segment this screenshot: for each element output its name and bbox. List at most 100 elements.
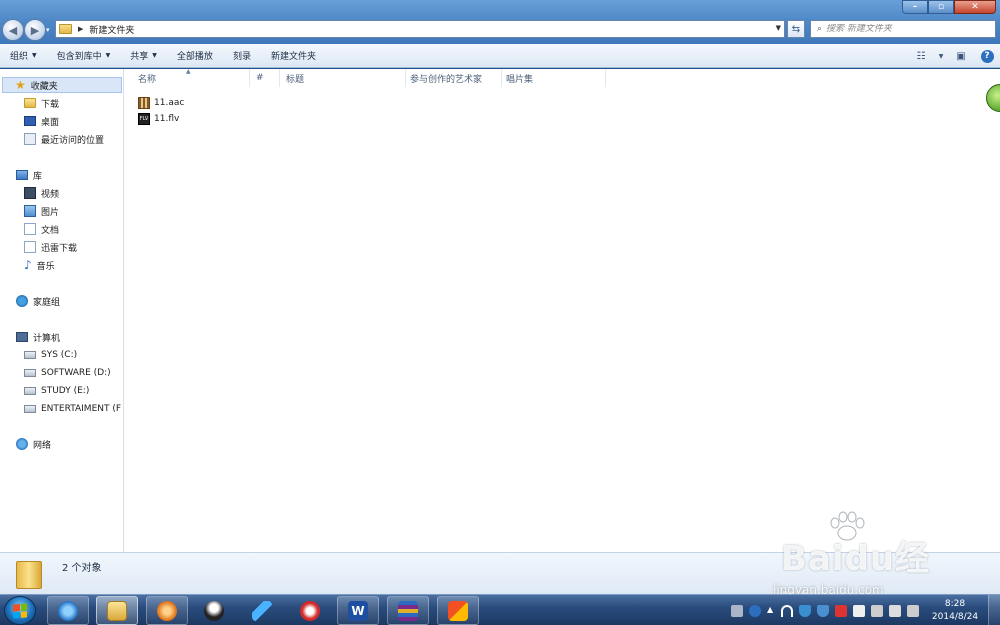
file-row[interactable]: FLV 11.flv [138, 111, 179, 127]
downloads-folder-icon [24, 98, 36, 108]
music-note-icon: ♪ [24, 258, 32, 272]
library-icon [16, 170, 28, 180]
office-app-icon [448, 600, 468, 621]
recent-pages-dropdown[interactable]: ▾ [46, 26, 50, 34]
nav-xunlei-downloads[interactable]: 迅雷下载 [24, 239, 77, 255]
nav-desktop[interactable]: 桌面 [24, 113, 59, 129]
folder-icon [16, 561, 42, 589]
nav-drive-c[interactable]: SYS (C:) [24, 347, 77, 363]
wifi-icon[interactable] [781, 604, 793, 617]
nav-downloads[interactable]: 下载 [24, 95, 59, 111]
media-player-icon [157, 600, 177, 621]
homegroup-icon [16, 295, 28, 307]
file-name: 11.flv [154, 114, 180, 124]
nav-drive-e[interactable]: STUDY (E:) [24, 383, 89, 399]
nav-computer[interactable]: 计算机 [16, 329, 60, 345]
shield-icon[interactable] [799, 604, 811, 617]
include-in-library-menu[interactable]: 包含到库中 ▼ [47, 44, 121, 68]
network-tray-icon[interactable] [889, 604, 901, 617]
change-view-icon[interactable]: ☷ [908, 44, 934, 68]
battery-icon[interactable] [871, 604, 883, 617]
nav-favorites[interactable]: ★ 收藏夹 [2, 77, 122, 93]
maximize-button[interactable]: ▫ [928, 0, 954, 14]
chevron-down-icon: ▼ [105, 52, 111, 59]
picture-library-icon [24, 205, 36, 217]
floating-widget-icon[interactable] [986, 84, 1000, 112]
file-list-view: ▲ 名称 # 标题 参与创作的艺术家 唱片集 11.aac FLV 11.flv [124, 68, 1000, 552]
flag-icon[interactable] [853, 604, 865, 617]
nav-drive-d[interactable]: SOFTWARE (D:) [24, 365, 111, 381]
column-name-label: 名称 [138, 74, 157, 85]
taskbar-explorer[interactable] [96, 596, 138, 625]
column-header-artists[interactable]: 参与创作的艺术家 [406, 69, 502, 87]
start-button[interactable] [4, 596, 36, 625]
column-header-name[interactable]: ▲ 名称 [124, 68, 250, 87]
taskbar-red-app[interactable] [289, 596, 331, 625]
column-artists-label: 参与创作的艺术家 [410, 74, 483, 85]
windows-logo-icon [13, 602, 27, 619]
view-options-dropdown[interactable]: ▼ [934, 44, 948, 68]
nav-drive-f[interactable]: ENTERTAIMENT (F [24, 401, 121, 417]
taskbar-office-app[interactable] [437, 596, 479, 625]
address-bar[interactable]: ▶ 新建文件夹 ▼ [55, 20, 785, 38]
new-folder-button[interactable]: 新建文件夹 [261, 44, 326, 68]
nav-pictures[interactable]: 图片 [24, 203, 59, 219]
nav-network[interactable]: 网络 [16, 436, 51, 452]
drive-icon [24, 405, 36, 413]
search-input[interactable] [826, 24, 987, 34]
nav-documents[interactable]: 文档 [24, 221, 59, 237]
play-all-label: 全部播放 [176, 52, 213, 62]
taskbar-ie[interactable] [47, 596, 89, 625]
nav-libraries[interactable]: 库 [16, 167, 42, 183]
refresh-button[interactable]: ⇆ [787, 20, 805, 38]
nav-drive-c-label: SYS (C:) [41, 350, 78, 360]
qq-penguin-icon [204, 600, 224, 621]
tray-expand-icon[interactable]: ▲ [767, 605, 775, 617]
network-icon [16, 438, 28, 450]
nav-videos[interactable]: 视频 [24, 185, 59, 201]
new-folder-label: 新建文件夹 [270, 52, 316, 62]
breadcrumb-chevron-icon[interactable]: ▶ [78, 25, 83, 33]
back-button[interactable]: ◀ [2, 19, 24, 41]
nav-music[interactable]: ♪ 音乐 [24, 257, 55, 273]
nav-network-label: 网络 [33, 440, 52, 451]
taskbar-media-app[interactable] [146, 596, 188, 625]
file-row[interactable]: 11.aac [138, 95, 184, 111]
nav-homegroup[interactable]: 家庭组 [16, 293, 60, 309]
minimize-button[interactable]: – [902, 0, 928, 14]
preview-pane-icon[interactable]: ▣ [948, 44, 974, 68]
taskbar-bird-app[interactable] [241, 596, 283, 625]
clock[interactable]: 8:28 2014/8/24 [922, 598, 988, 624]
nav-homegroup-label: 家庭组 [33, 297, 61, 308]
aac-file-icon [138, 97, 150, 109]
help-button[interactable]: ? [974, 44, 1000, 68]
help-tray-icon[interactable] [749, 604, 761, 617]
breadcrumb-current-folder[interactable]: 新建文件夹 [89, 23, 134, 36]
column-header-title[interactable]: 标题 [280, 69, 406, 87]
volume-icon[interactable] [907, 604, 919, 617]
column-header-album[interactable]: 唱片集 [502, 69, 606, 87]
share-menu[interactable]: 共享 ▼ [120, 44, 167, 68]
red-m-app-icon [300, 600, 320, 621]
drive-icon [24, 369, 36, 377]
organize-menu[interactable]: 组织 ▼ [0, 44, 47, 68]
play-all-button[interactable]: 全部播放 [167, 44, 223, 68]
column-header-number[interactable]: # [250, 69, 280, 87]
security-shield-icon[interactable] [817, 604, 829, 617]
help-icon: ? [980, 49, 994, 63]
taskbar-winrar[interactable] [387, 596, 429, 625]
burn-button[interactable]: 刻录 [223, 44, 261, 68]
show-desktop-button[interactable] [988, 595, 1000, 625]
search-box[interactable]: ⌕ [810, 20, 996, 38]
winrar-icon [398, 600, 418, 621]
nav-recent-places[interactable]: 最近访问的位置 [24, 131, 104, 147]
taskbar-qq[interactable] [193, 596, 235, 625]
taskbar-word[interactable]: W [337, 596, 379, 625]
navigation-pane: ★ 收藏夹 下载 桌面 最近访问的位置 库 视频 图片 文档 迅雷下载 ♪ 音乐 家… [0, 69, 124, 552]
keyboard-icon[interactable] [731, 604, 743, 617]
explorer-folder-icon [107, 600, 127, 621]
close-button[interactable]: ✕ [954, 0, 996, 14]
address-history-dropdown[interactable]: ▼ [776, 24, 781, 32]
forward-button[interactable]: ▶ [24, 19, 46, 41]
speaker-muted-icon[interactable] [835, 604, 847, 617]
